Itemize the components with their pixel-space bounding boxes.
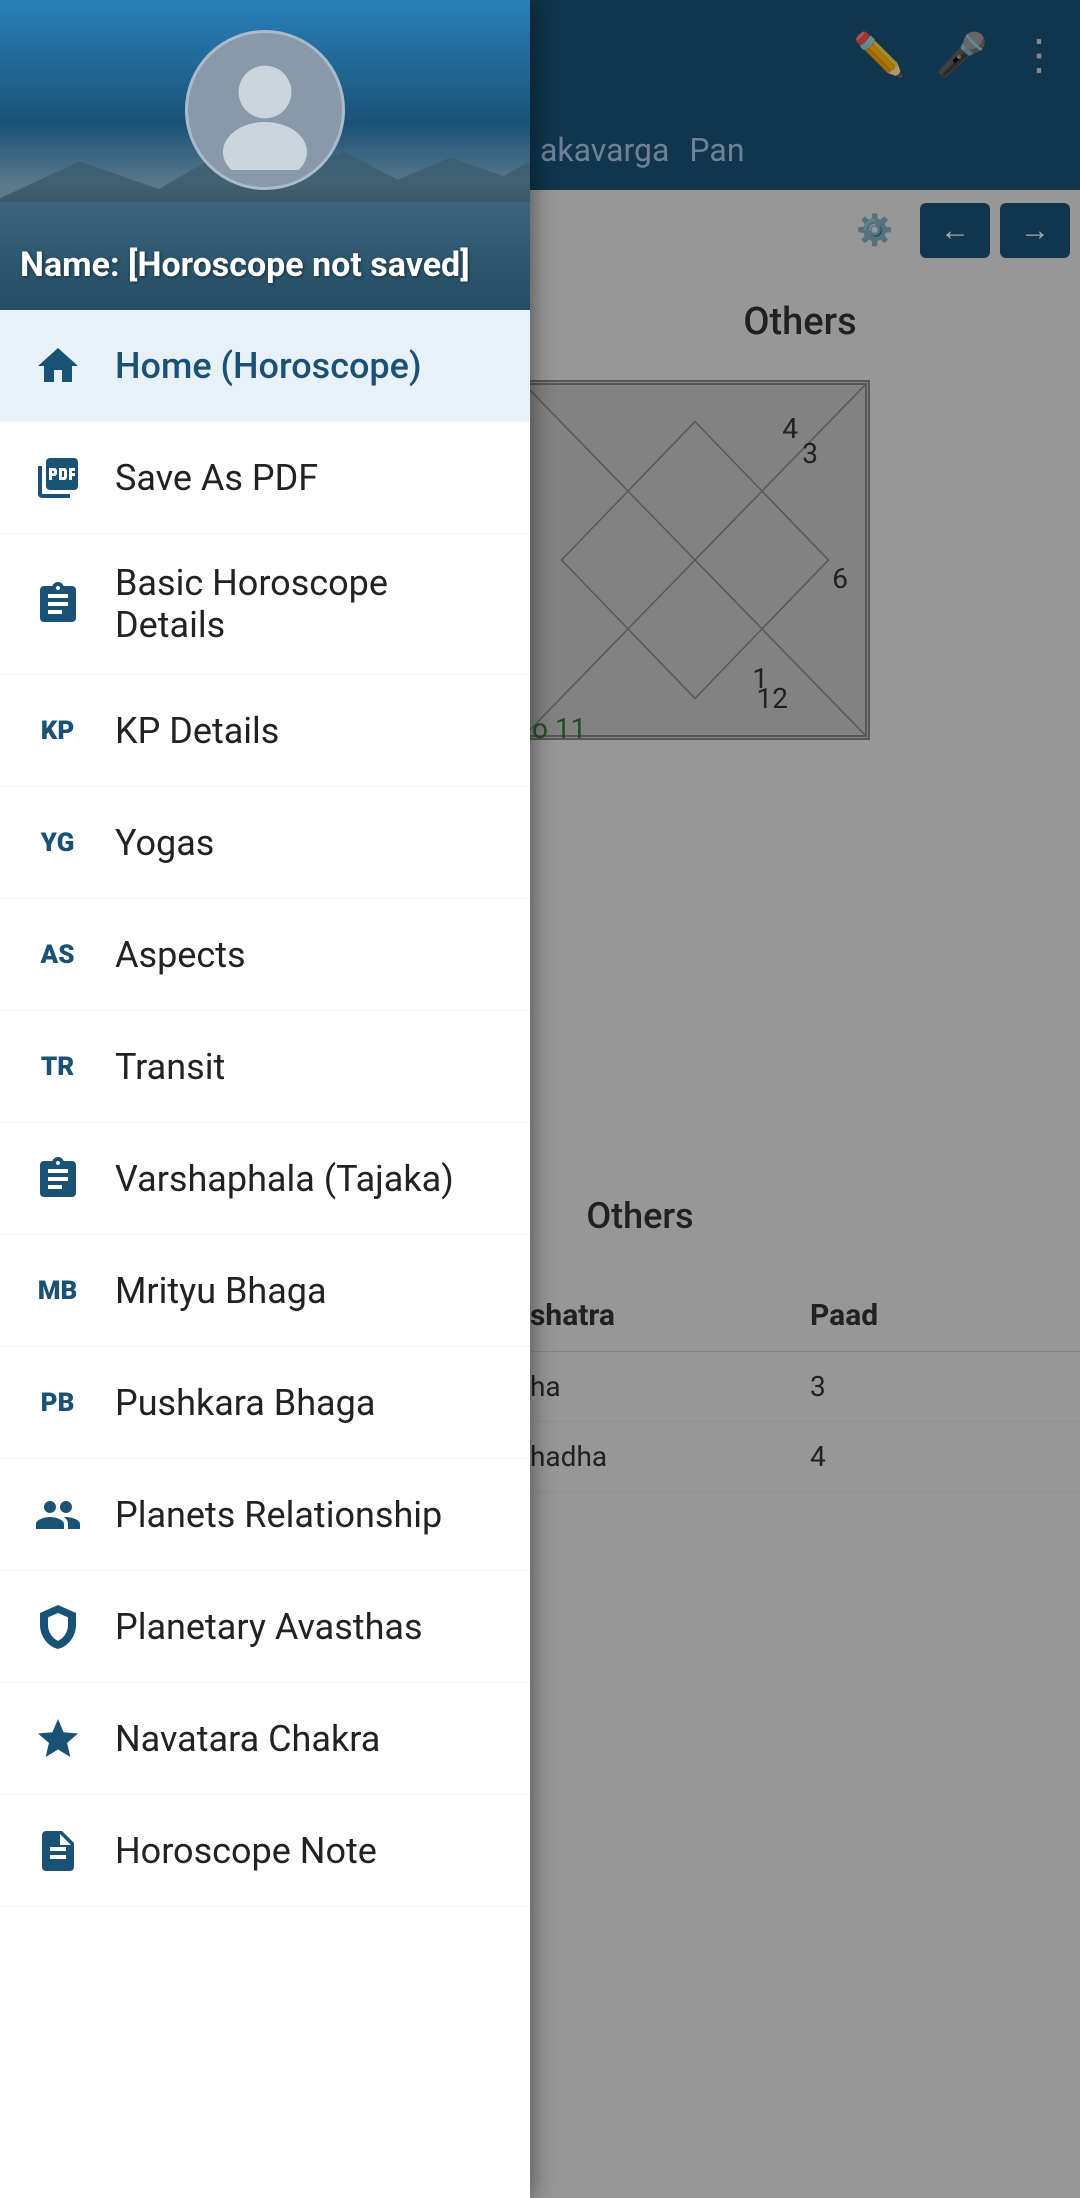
sidebar-item-aspects-label: Aspects (115, 934, 246, 976)
sidebar-item-basic-horoscope-label: Basic Horoscope Details (115, 562, 500, 646)
sidebar-item-navatara-chakra[interactable]: Navatara Chakra (0, 1683, 530, 1795)
sidebar-item-mrityu-bhaga[interactable]: MB Mrityu Bhaga (0, 1235, 530, 1347)
sidebar-item-planets-relationship[interactable]: Planets Relationship (0, 1459, 530, 1571)
people-icon (30, 1487, 85, 1542)
sidebar-item-kp-label: KP Details (115, 710, 279, 752)
sidebar-item-transit-label: Transit (115, 1046, 225, 1088)
pdf-icon (30, 450, 85, 505)
note-icon (30, 1823, 85, 1878)
sidebar-item-yogas-label: Yogas (115, 822, 214, 864)
calendar-icon (30, 1151, 85, 1206)
sidebar-item-home-label: Home (Horoscope) (115, 345, 422, 387)
kp-icon: KP (30, 703, 85, 758)
sidebar-item-varshaphala[interactable]: Varshaphala (Tajaka) (0, 1123, 530, 1235)
sidebar-item-aspects[interactable]: AS Aspects (0, 899, 530, 1011)
sidebar-item-kp-details[interactable]: KP KP Details (0, 675, 530, 787)
mb-icon: MB (30, 1263, 85, 1318)
user-name: Name: [Horoscope not saved] (20, 245, 470, 285)
as-icon: AS (30, 927, 85, 982)
sidebar-item-transit[interactable]: TR Transit (0, 1011, 530, 1123)
drawer-header: Name: [Horoscope not saved] (0, 0, 530, 310)
sidebar-item-note-label: Horoscope Note (115, 1830, 377, 1872)
shield-icon (30, 1599, 85, 1654)
sidebar-item-save-pdf-label: Save As PDF (115, 457, 318, 499)
avatar (185, 30, 345, 190)
navigation-drawer: Name: [Horoscope not saved] Home (Horosc… (0, 0, 530, 2198)
home-icon (30, 338, 85, 393)
sidebar-item-home[interactable]: Home (Horoscope) (0, 310, 530, 422)
sidebar-item-planetary-avasthas[interactable]: Planetary Avasthas (0, 1571, 530, 1683)
sidebar-item-basic-horoscope[interactable]: Basic Horoscope Details (0, 534, 530, 675)
sidebar-item-save-pdf[interactable]: Save As PDF (0, 422, 530, 534)
sidebar-item-mrityu-label: Mrityu Bhaga (115, 1270, 327, 1312)
yg-icon: YG (30, 815, 85, 870)
clipboard-icon (30, 577, 85, 632)
sidebar-item-varshaphala-label: Varshaphala (Tajaka) (115, 1158, 454, 1200)
sidebar-item-avasthas-label: Planetary Avasthas (115, 1606, 423, 1648)
sidebar-item-horoscope-note[interactable]: Horoscope Note (0, 1795, 530, 1907)
tr-icon: TR (30, 1039, 85, 1094)
sidebar-item-navatara-label: Navatara Chakra (115, 1718, 380, 1760)
drawer-nav-list: Home (Horoscope) Save As PDF Basic Horos… (0, 310, 530, 2198)
sidebar-item-yogas[interactable]: YG Yogas (0, 787, 530, 899)
sidebar-item-pushkara-bhaga[interactable]: PB Pushkara Bhaga (0, 1347, 530, 1459)
avatar-icon (205, 50, 325, 170)
pb-icon: PB (30, 1375, 85, 1430)
star-icon (30, 1711, 85, 1766)
sidebar-item-pushkara-label: Pushkara Bhaga (115, 1382, 375, 1424)
drawer-overlay[interactable] (530, 0, 1080, 2198)
sidebar-item-planets-label: Planets Relationship (115, 1494, 442, 1536)
